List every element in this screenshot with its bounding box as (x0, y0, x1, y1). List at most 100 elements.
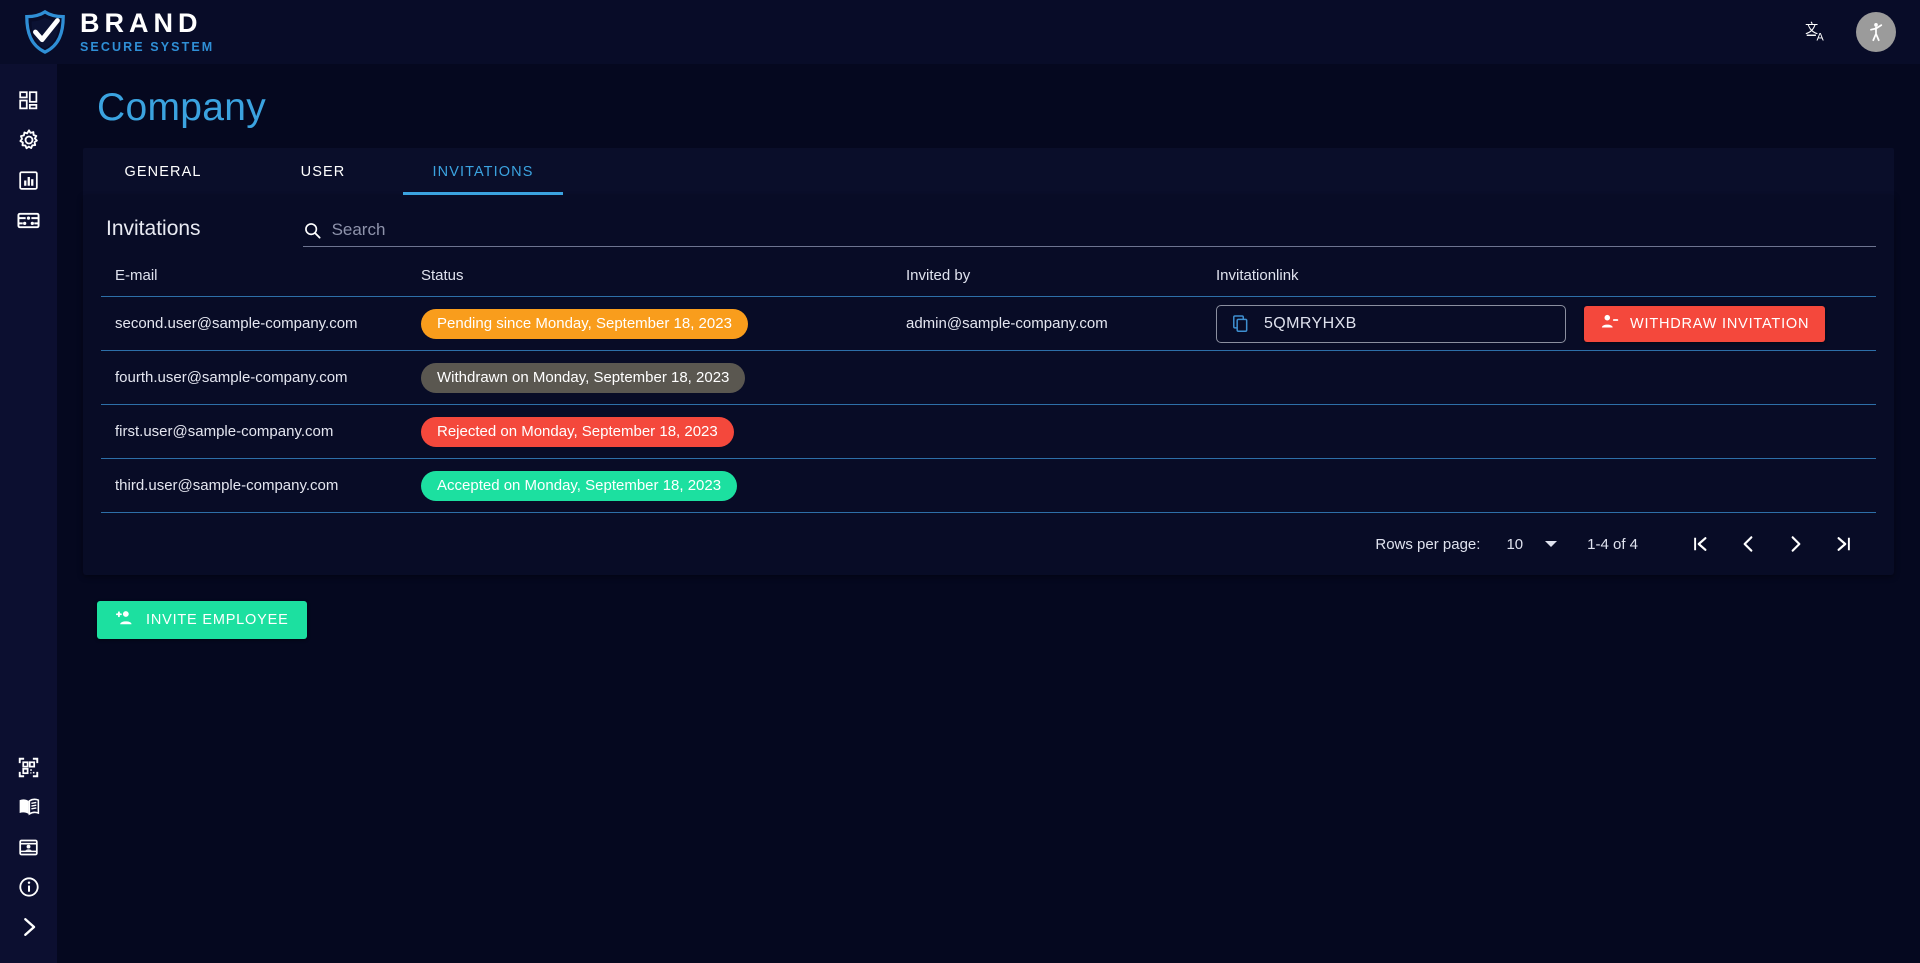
withdraw-invitation-label: WITHDRAW INVITATION (1630, 315, 1810, 332)
status-badge: Rejected on Monday, September 18, 2023 (421, 416, 734, 447)
tab-bar: GENERAL USER INVITATIONS (83, 148, 1894, 195)
cell-email: fourth.user@sample-company.com (101, 350, 421, 405)
search-field[interactable] (302, 220, 1876, 247)
invitations-card: Invitations E-mail Status (83, 195, 1894, 575)
brand-subtitle: SECURE SYSTEM (80, 40, 215, 55)
invite-employee-button[interactable]: INVITE EMPLOYEE (97, 601, 307, 639)
header-invitation-link: Invitationlink (1216, 257, 1876, 297)
cell-status: Pending since Monday, September 18, 2023 (421, 296, 906, 351)
cell-status: Accepted on Monday, September 18, 2023 (421, 458, 906, 513)
chevron-down-icon (1545, 541, 1558, 547)
last-page-icon (1837, 537, 1850, 551)
brand-logo[interactable]: BRAND SECURE SYSTEM (22, 9, 214, 55)
dashboard-grid-icon (19, 90, 38, 109)
table-body: second.user@sample-company.com Pending s… (101, 296, 1876, 513)
table-head: E-mail Status Invited by Invitationlink (101, 257, 1876, 297)
cell-invited-by (906, 458, 1216, 513)
cell-status: Rejected on Monday, September 18, 2023 (421, 404, 906, 459)
sidebar-item-dashboard[interactable] (0, 80, 57, 120)
tab-invitations[interactable]: INVITATIONS (403, 148, 563, 195)
tab-user[interactable]: USER (243, 148, 403, 195)
paginator: Rows per page: 10 1-4 of 4 (101, 513, 1876, 575)
cell-invitation-link: 5QMRYHXB WITHDRAW INVITATION (1216, 296, 1876, 351)
sidebar-expand-toggle[interactable] (0, 907, 57, 947)
app-root: BRAND SECURE SYSTEM 文 A Company GENERAL … (0, 0, 1920, 963)
cell-invitation-link (1216, 350, 1876, 405)
cell-status: Withdrawn on Monday, September 18, 2023 (421, 350, 906, 405)
header-invited-by: Invited by (906, 257, 1216, 297)
copy-icon (1231, 314, 1250, 333)
invite-employee-label: INVITE EMPLOYEE (146, 612, 289, 628)
qr-code-icon (18, 757, 39, 777)
network-nodes-icon (17, 212, 40, 228)
cell-invitation-link (1216, 458, 1876, 513)
cell-invited-by: admin@sample-company.com (906, 296, 1216, 351)
copy-invitation-link-button[interactable]: 5QMRYHXB (1216, 304, 1566, 343)
book-icon (19, 798, 39, 816)
id-card-icon (19, 839, 38, 855)
cell-email: first.user@sample-company.com (101, 404, 421, 459)
rows-per-page-value: 10 (1506, 535, 1524, 553)
cell-email: second.user@sample-company.com (101, 296, 421, 351)
translate-icon: 文 A (1805, 22, 1824, 44)
invite-action-row: INVITE EMPLOYEE (83, 575, 1894, 639)
next-page-icon (1791, 536, 1801, 552)
cell-invited-by (906, 350, 1216, 405)
gear-icon (18, 129, 38, 150)
last-page-button[interactable] (1820, 524, 1868, 564)
brand-text: BRAND SECURE SYSTEM (80, 10, 214, 54)
first-page-icon (1694, 537, 1707, 551)
next-page-button[interactable] (1772, 524, 1820, 564)
brand-name: BRAND (80, 8, 203, 39)
chevron-right-icon (23, 918, 35, 936)
header-status: Status (421, 257, 906, 297)
search-input[interactable] (331, 220, 1876, 240)
body-row: Company GENERAL USER INVITATIONS Invitat… (0, 64, 1920, 963)
person-remove-icon (1600, 312, 1619, 335)
sidebar-item-info[interactable] (0, 867, 57, 907)
table-row[interactable]: fourth.user@sample-company.com Withdrawn… (101, 350, 1876, 405)
page-title: Company (97, 86, 267, 129)
table-header-row: E-mail Status Invited by Invitationlink (101, 257, 1876, 297)
previous-page-button[interactable] (1724, 524, 1772, 564)
sidebar-item-network[interactable] (0, 200, 57, 240)
bar-chart-icon (19, 170, 38, 190)
withdraw-invitation-button[interactable]: WITHDRAW INVITATION (1584, 305, 1826, 342)
info-circle-icon (18, 877, 39, 897)
status-badge: Pending since Monday, September 18, 2023 (421, 308, 748, 339)
invitations-table: E-mail Status Invited by Invitationlink … (101, 257, 1876, 513)
card-title: Invitations (106, 217, 201, 240)
tab-general[interactable]: GENERAL (83, 148, 243, 195)
table-row[interactable]: third.user@sample-company.com Accepted o… (101, 458, 1876, 513)
page-range-label: 1-4 of 4 (1587, 535, 1638, 553)
cell-invitation-link (1216, 404, 1876, 459)
status-badge: Withdrawn on Monday, September 18, 2023 (421, 362, 746, 393)
rows-per-page-label: Rows per page: (1375, 535, 1481, 553)
cell-email: third.user@sample-company.com (101, 458, 421, 513)
previous-page-icon (1743, 536, 1753, 552)
sidebar-item-settings[interactable] (0, 120, 57, 160)
sidebar-item-statistics[interactable] (0, 160, 57, 200)
shield-check-icon (25, 9, 65, 54)
top-bar-actions: 文 A (1800, 12, 1896, 52)
table-row[interactable]: second.user@sample-company.com Pending s… (101, 296, 1876, 351)
card-header: Invitations (101, 195, 1876, 257)
main-content: Company GENERAL USER INVITATIONS Invitat… (57, 64, 1920, 963)
accessibility-icon (1870, 23, 1883, 42)
language-button[interactable]: 文 A (1800, 15, 1834, 49)
search-icon (304, 222, 321, 239)
table-row[interactable]: first.user@sample-company.com Rejected o… (101, 404, 1876, 459)
sidebar-item-contacts[interactable] (0, 827, 57, 867)
first-page-button[interactable] (1676, 524, 1724, 564)
sidebar-item-manual[interactable] (0, 787, 57, 827)
invitation-link-code: 5QMRYHXB (1264, 314, 1357, 332)
invitation-link-group: 5QMRYHXB WITHDRAW INVITATION (1216, 304, 1876, 343)
rows-per-page-select[interactable]: 10 (1506, 535, 1558, 553)
cell-invited-by (906, 404, 1216, 459)
header-email: E-mail (101, 257, 421, 297)
sidebar-item-qrcode[interactable] (0, 747, 57, 787)
svg-text:A: A (1816, 32, 1824, 44)
accessibility-button[interactable] (1856, 12, 1896, 52)
top-bar: BRAND SECURE SYSTEM 文 A (0, 0, 1920, 64)
status-badge: Accepted on Monday, September 18, 2023 (421, 470, 738, 501)
